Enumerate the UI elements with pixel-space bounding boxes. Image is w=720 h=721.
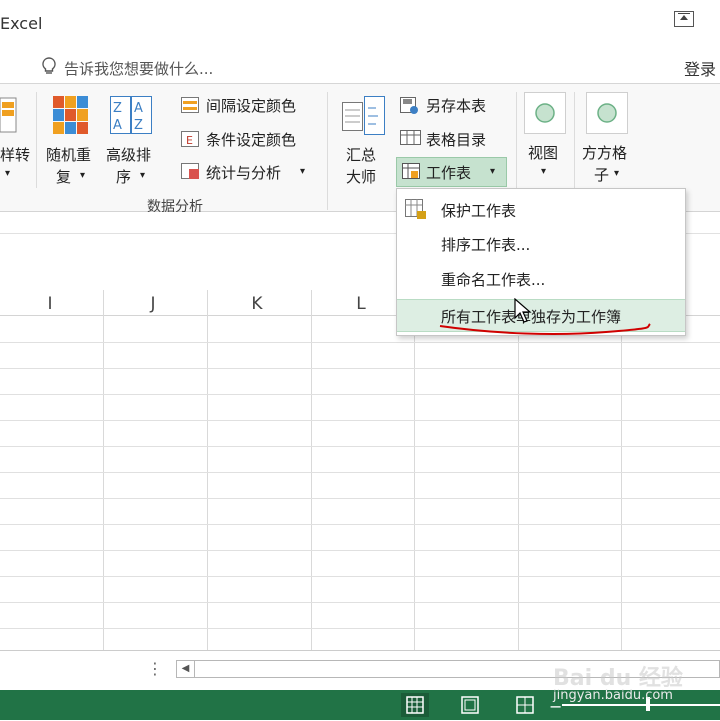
partial-tool-icon [0, 96, 18, 134]
normal-view-icon[interactable] [401, 693, 429, 717]
ribbon-display-options-button[interactable] [674, 11, 694, 27]
menu-item-sort-sheets[interactable]: 排序工作表... [397, 227, 685, 260]
summary-master-label-2[interactable]: 大师 [346, 166, 376, 187]
chevron-down-icon[interactable]: ▾ [80, 170, 85, 181]
advanced-sort-icon: ZAAZ [110, 96, 152, 138]
view-button[interactable]: 视图 [528, 142, 558, 163]
worksheet-button-label[interactable]: 工作表 [426, 162, 471, 183]
page-break-view-icon[interactable] [511, 693, 539, 717]
zoom-slider[interactable] [562, 704, 720, 706]
chevron-down-icon[interactable]: ▾ [300, 166, 305, 177]
grid-line [207, 290, 208, 650]
grid-line [414, 290, 415, 650]
advanced-sort-button[interactable]: 高级排 [106, 144, 151, 165]
random-shuffle-button[interactable]: 随机重 [46, 144, 91, 165]
ribbon-separator [574, 92, 575, 188]
grid-line [621, 290, 622, 650]
grid-line [103, 290, 104, 650]
chevron-down-icon[interactable]: ▾ [490, 166, 495, 177]
tell-me-search-input[interactable]: 告诉我您想要做什么... [64, 58, 213, 79]
grid-tool-icon [586, 92, 628, 134]
grid-line [0, 550, 720, 551]
svg-text:A: A [113, 118, 122, 133]
grid-line [0, 498, 720, 499]
conditional-color-button[interactable]: 条件设定颜色 [206, 129, 296, 150]
protect-sheet-icon [405, 199, 427, 225]
conditional-color-icon: E [181, 131, 199, 151]
table-directory-icon [400, 130, 422, 150]
menu-item-label: 保护工作表 [441, 202, 517, 220]
red-underline-annotation [436, 318, 656, 344]
summary-master-icon [342, 96, 386, 140]
column-header-k[interactable]: K [207, 294, 307, 314]
random-shuffle-icon [52, 95, 90, 139]
grid-line [0, 472, 720, 473]
svg-text:A: A [134, 101, 143, 116]
svg-text:Z: Z [113, 101, 122, 116]
column-header-j[interactable]: J [103, 294, 203, 314]
mouse-cursor-icon [514, 297, 532, 328]
title-bar [0, 0, 720, 48]
menu-item-rename-sheet[interactable]: 重命名工作表... [397, 262, 685, 295]
grid-line [0, 446, 720, 447]
svg-text:E: E [186, 134, 193, 147]
menu-item-label: 排序工作表... [441, 236, 531, 254]
summary-master-button[interactable]: 汇总 [346, 144, 376, 165]
stats-analysis-button[interactable]: 统计与分析 [206, 162, 281, 183]
app-title: Excel [0, 14, 43, 33]
chevron-down-icon[interactable]: ▾ [140, 170, 145, 181]
grid-line [518, 290, 519, 650]
view-icon [524, 92, 566, 134]
save-as-table-button[interactable]: 另存本表 [426, 95, 486, 116]
save-as-table-icon [400, 97, 420, 119]
interval-color-button[interactable]: 间隔设定颜色 [206, 95, 296, 116]
random-shuffle-label-2[interactable]: 复 [56, 166, 71, 187]
chevron-down-icon[interactable]: ▾ [5, 168, 10, 179]
grid-line [0, 394, 720, 395]
grid-line [0, 628, 720, 629]
ribbon-separator [516, 92, 517, 188]
chevron-down-icon[interactable]: ▾ [614, 168, 619, 179]
scroll-left-icon[interactable]: ◀ [177, 661, 195, 677]
lightbulb-icon [40, 56, 58, 80]
grid-tool-button[interactable]: 方方格 [582, 142, 627, 163]
column-header-i[interactable]: I [0, 294, 100, 314]
grid-line [0, 420, 720, 421]
worksheet-dropdown-menu: 保护工作表 排序工作表... 重命名工作表... 所有工作表单独存为工作簿 [396, 188, 686, 336]
advanced-sort-label-2[interactable]: 序 [116, 166, 131, 187]
login-button[interactable]: 登录 [684, 56, 716, 80]
grid-line [0, 602, 720, 603]
page-layout-view-icon[interactable] [456, 693, 484, 717]
grid-line [0, 576, 720, 577]
worksheet-icon [402, 163, 422, 185]
chevron-down-icon[interactable]: ▾ [541, 166, 546, 177]
menu-item-protect-sheet[interactable]: 保护工作表 [397, 193, 685, 226]
grid-line [0, 368, 720, 369]
table-directory-button[interactable]: 表格目录 [426, 129, 486, 150]
more-options-icon[interactable]: ⋮ [147, 659, 163, 678]
watermark-url: jingyan.baidu.com [553, 688, 673, 703]
grid-tool-label-2[interactable]: 子 [594, 164, 609, 185]
stats-analysis-icon [181, 163, 201, 185]
ribbon-separator [36, 92, 37, 188]
svg-text:Z: Z [134, 118, 143, 133]
ribbon-separator [327, 92, 328, 210]
grid-line [311, 290, 312, 650]
grid-line [0, 524, 720, 525]
partial-tool-label[interactable]: 样转 [0, 144, 30, 165]
menu-item-label: 重命名工作表... [441, 271, 546, 289]
interval-color-icon [181, 97, 199, 117]
